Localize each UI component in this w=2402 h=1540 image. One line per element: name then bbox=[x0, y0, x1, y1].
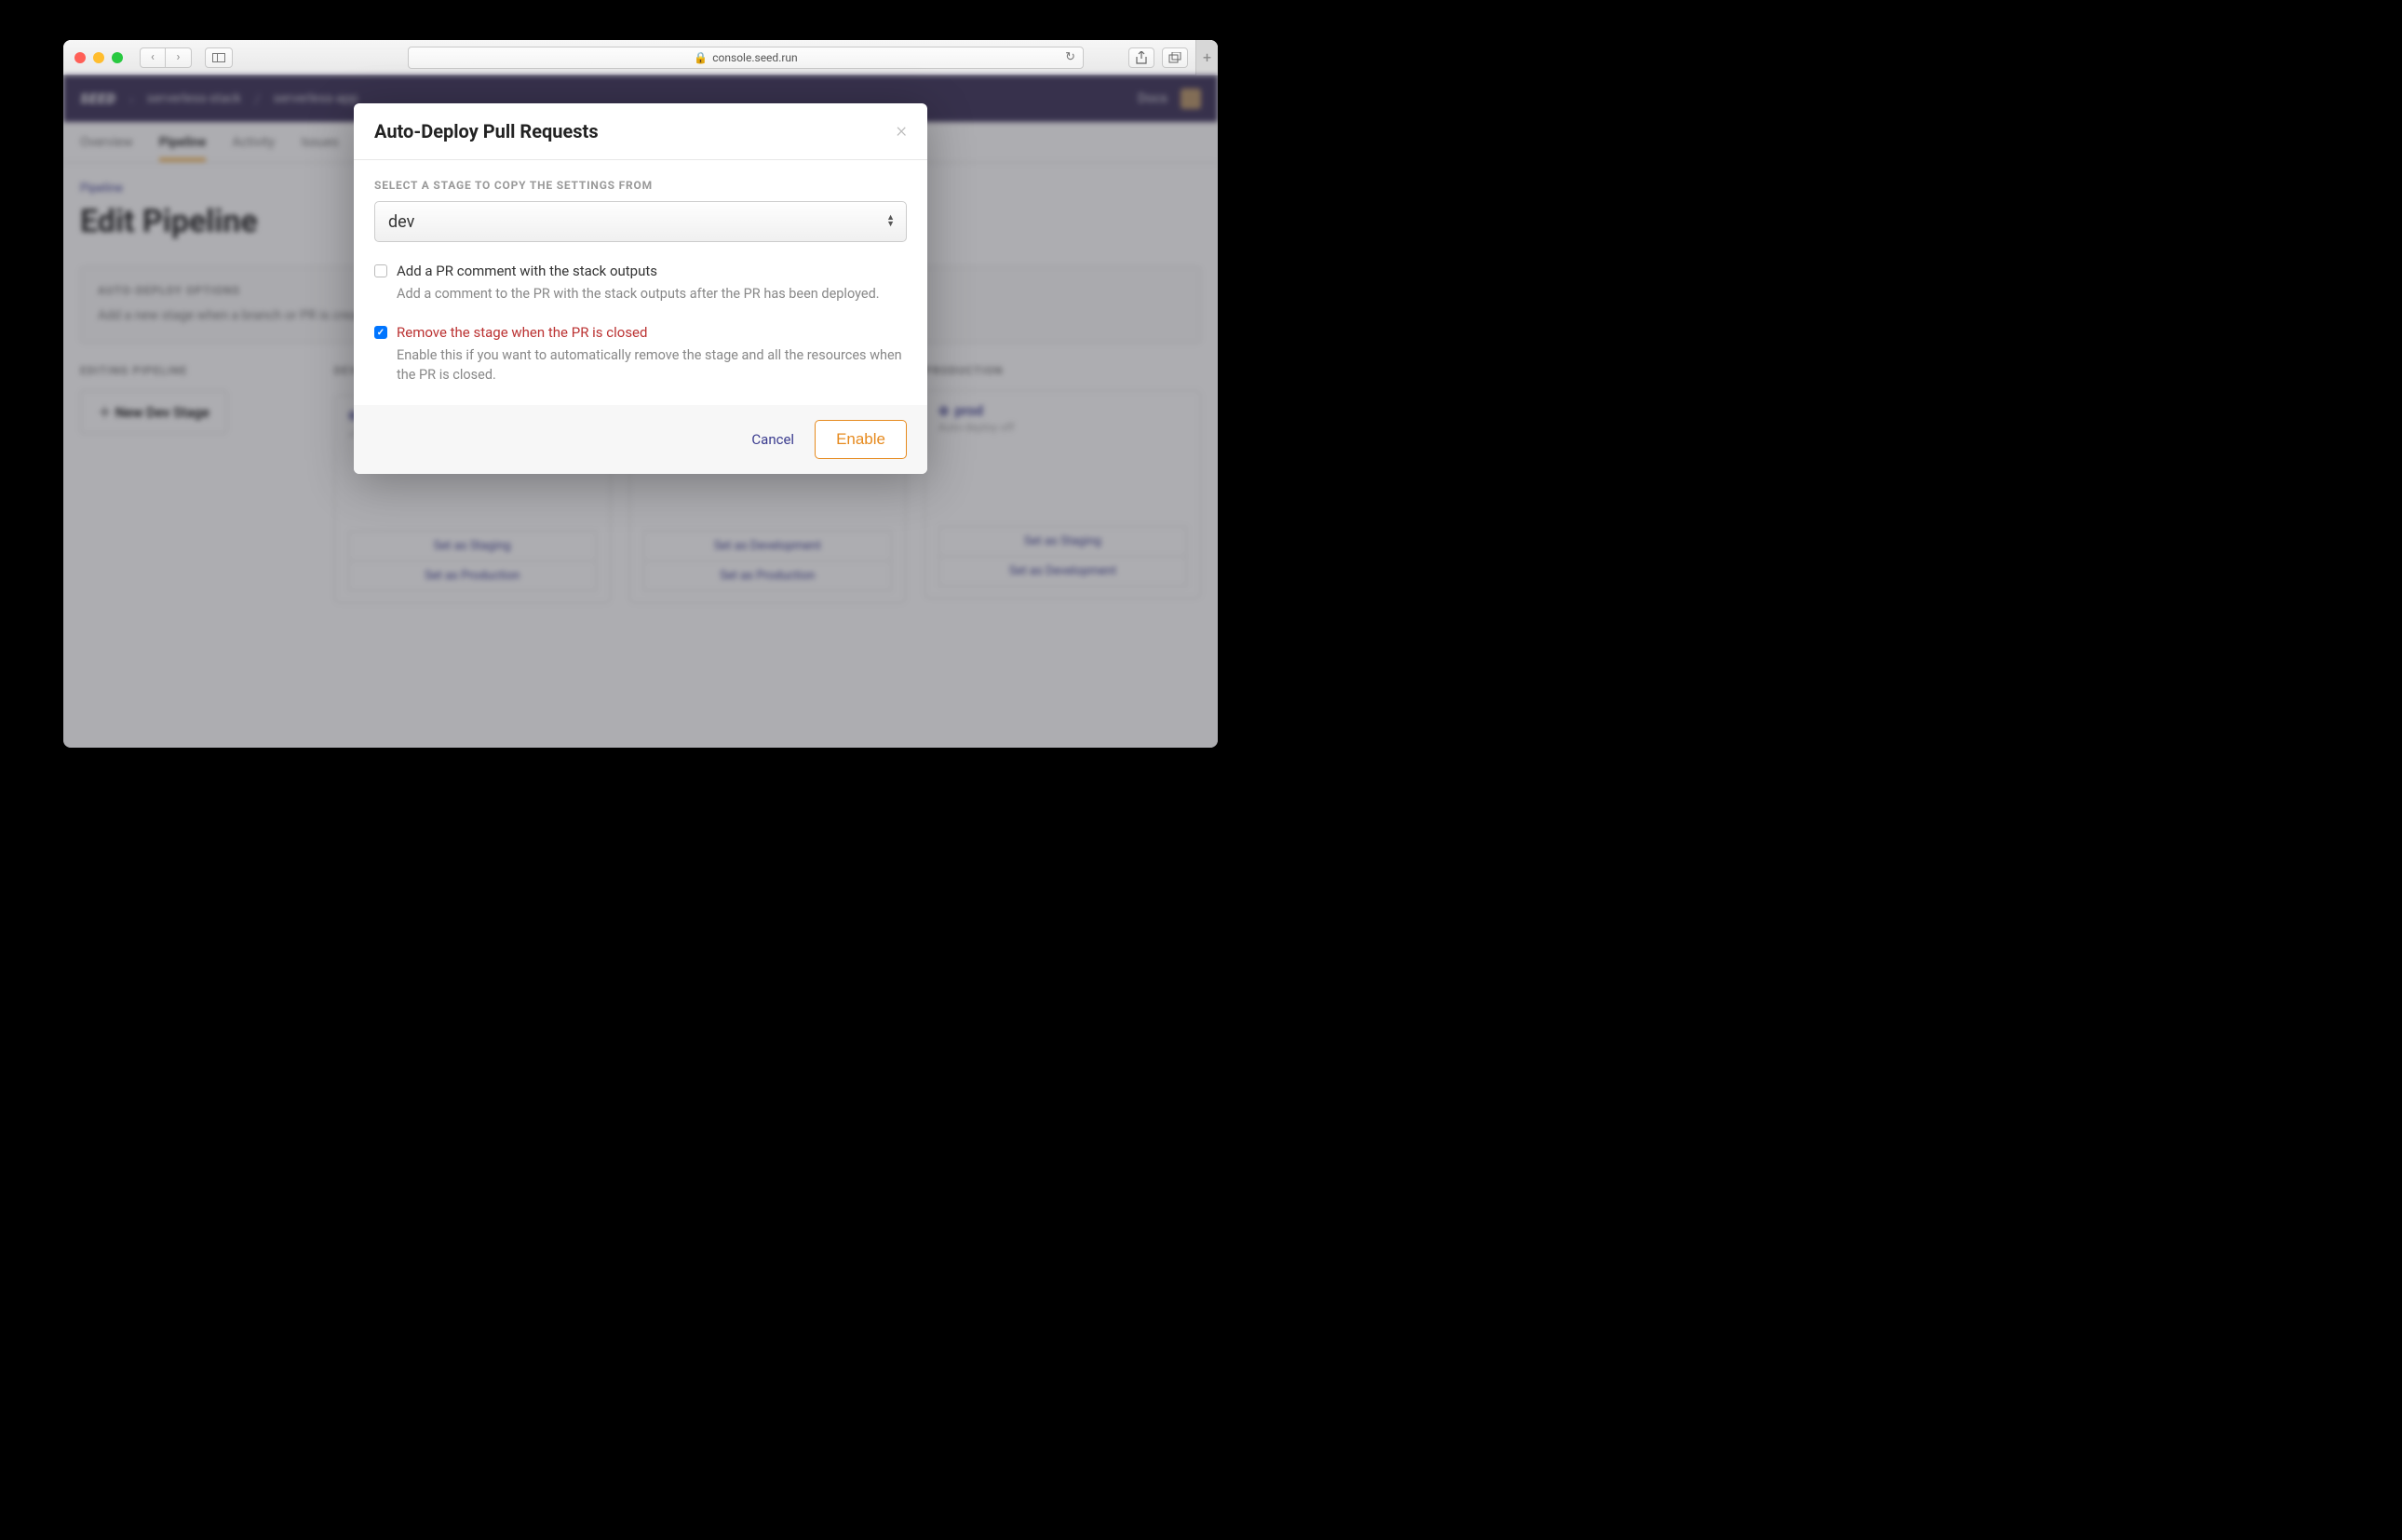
share-button[interactable] bbox=[1128, 47, 1154, 68]
modal-footer: Cancel Enable bbox=[354, 405, 927, 474]
option-desc: Add a comment to the PR with the stack o… bbox=[397, 284, 907, 304]
sidebar-toggle-button[interactable] bbox=[205, 47, 233, 68]
titlebar-right: + bbox=[1128, 40, 1207, 75]
modal-title: Auto-Deploy Pull Requests bbox=[374, 120, 599, 142]
sidebar-icon bbox=[212, 53, 225, 62]
window-fullscreen-icon[interactable] bbox=[112, 52, 123, 63]
tabs-icon bbox=[1168, 52, 1181, 63]
chevron-updown-icon: ▲▼ bbox=[886, 215, 895, 228]
option-remove-stage: Remove the stage when the PR is closed E… bbox=[374, 324, 907, 385]
stage-select[interactable]: dev ▲▼ bbox=[374, 201, 907, 242]
reload-icon[interactable]: ↻ bbox=[1065, 50, 1075, 64]
url-text: console.seed.run bbox=[712, 51, 797, 64]
enable-button[interactable]: Enable bbox=[815, 420, 907, 459]
lock-icon: 🔒 bbox=[694, 51, 708, 64]
modal-header: Auto-Deploy Pull Requests × bbox=[354, 103, 927, 160]
checkbox-remove-stage[interactable] bbox=[374, 326, 387, 339]
browser-titlebar: ‹ › 🔒 console.seed.run ↻ + bbox=[63, 40, 1218, 75]
nav-buttons: ‹ › bbox=[140, 47, 192, 68]
cancel-button[interactable]: Cancel bbox=[751, 431, 794, 448]
window-close-icon[interactable] bbox=[74, 52, 86, 63]
modal-auto-deploy-pr: Auto-Deploy Pull Requests × SELECT A STA… bbox=[354, 103, 927, 474]
forward-button[interactable]: › bbox=[166, 47, 192, 68]
window-minimize-icon[interactable] bbox=[93, 52, 104, 63]
stage-select-value: dev bbox=[388, 212, 414, 232]
stage-select-label: SELECT A STAGE TO COPY THE SETTINGS FROM bbox=[374, 179, 907, 192]
option-desc: Enable this if you want to automatically… bbox=[397, 345, 907, 385]
tabs-button[interactable] bbox=[1162, 47, 1188, 68]
back-button[interactable]: ‹ bbox=[140, 47, 166, 68]
modal-body: SELECT A STAGE TO COPY THE SETTINGS FROM… bbox=[354, 160, 927, 405]
share-icon bbox=[1136, 51, 1147, 64]
url-bar[interactable]: 🔒 console.seed.run ↻ bbox=[408, 47, 1084, 69]
option-pr-comment: Add a PR comment with the stack outputs … bbox=[374, 263, 907, 304]
browser-window: ‹ › 🔒 console.seed.run ↻ + SEED › server… bbox=[63, 40, 1218, 748]
traffic-lights bbox=[74, 52, 123, 63]
option-title: Remove the stage when the PR is closed bbox=[397, 324, 907, 341]
modal-overlay[interactable]: Auto-Deploy Pull Requests × SELECT A STA… bbox=[63, 75, 1218, 748]
checkbox-pr-comment[interactable] bbox=[374, 264, 387, 277]
new-tab-button[interactable]: + bbox=[1195, 40, 1218, 75]
option-title: Add a PR comment with the stack outputs bbox=[397, 263, 907, 279]
close-icon[interactable]: × bbox=[896, 121, 907, 142]
